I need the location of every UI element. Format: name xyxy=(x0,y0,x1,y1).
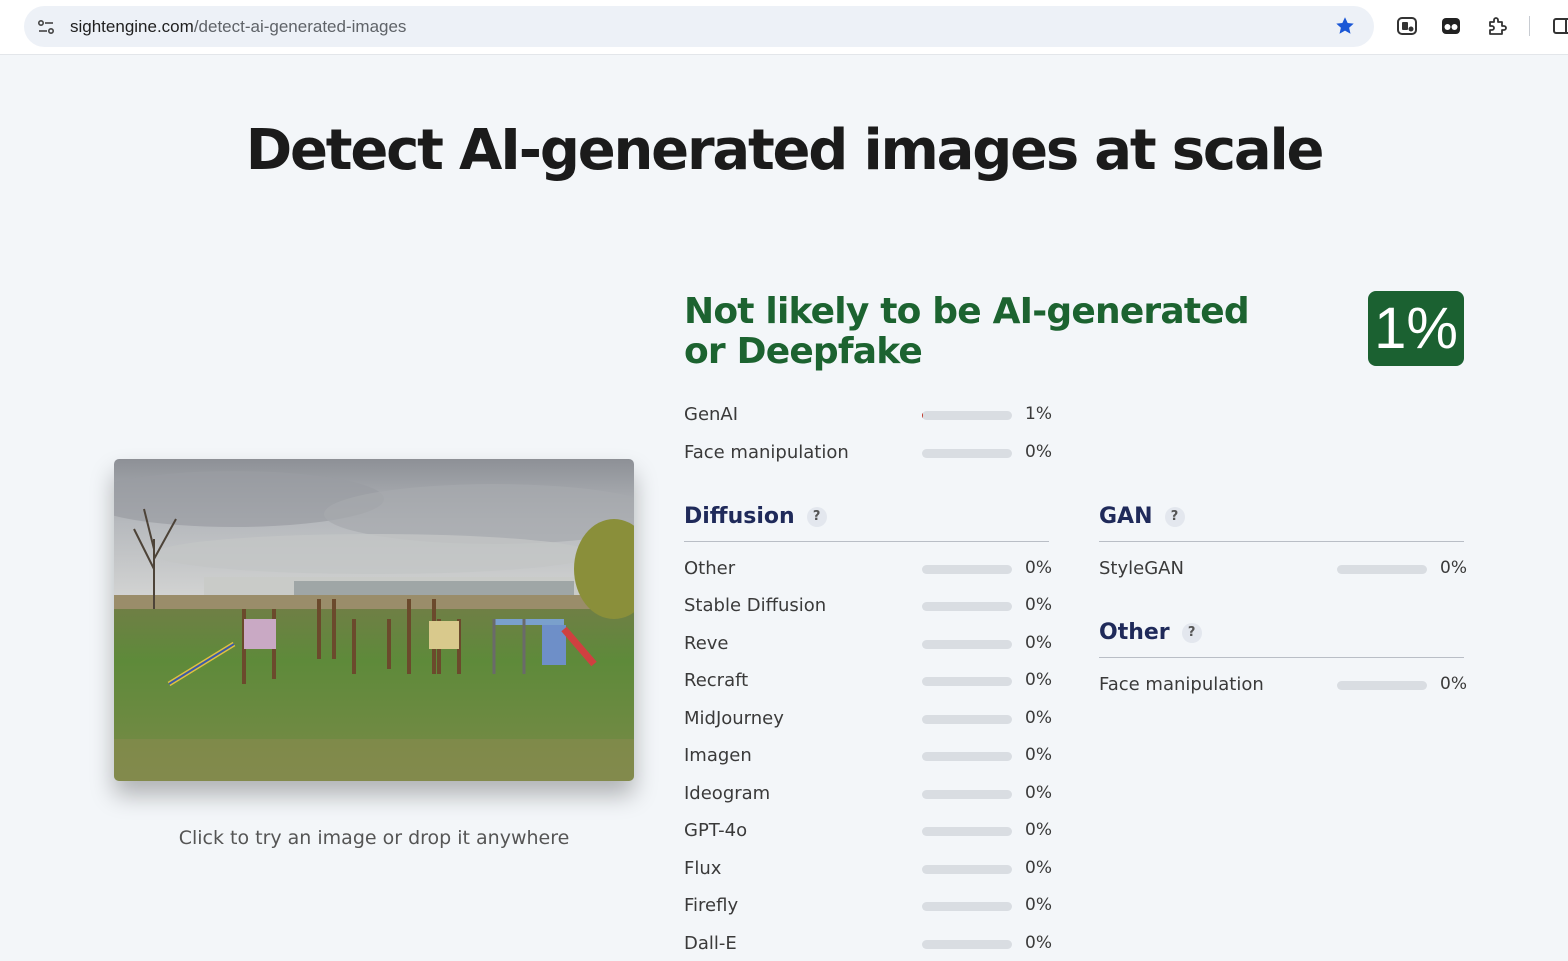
score-value: 0% xyxy=(1025,558,1052,578)
score-value: 0% xyxy=(1440,558,1467,578)
score-bar xyxy=(922,940,1012,949)
score-row-gpt-4o: GPT-4o 0% xyxy=(684,818,1054,846)
score-label: Recraft xyxy=(684,670,749,691)
score-value: 0% xyxy=(1440,674,1467,694)
help-icon[interactable]: ? xyxy=(806,507,827,527)
score-bar xyxy=(922,411,1012,420)
url-path: /detect-ai-generated-images xyxy=(193,17,407,36)
address-bar[interactable]: sightengine.com/detect-ai-generated-imag… xyxy=(24,6,1374,47)
score-bar xyxy=(922,790,1012,799)
score-row-face-manipulation: Face manipulation 0% xyxy=(684,440,1054,468)
score-row-other: Other 0% xyxy=(684,556,1054,584)
score-label: GenAI xyxy=(684,404,739,425)
score-label: Other xyxy=(684,558,736,579)
score-row-firefly: Firefly 0% xyxy=(684,893,1054,921)
section-divider xyxy=(1099,541,1464,542)
score-row-dall-e: Dall-E 0% xyxy=(684,931,1054,959)
score-bar xyxy=(922,865,1012,874)
score-label: Stable Diffusion xyxy=(684,595,827,616)
score-label: MidJourney xyxy=(684,708,784,729)
upload-caption[interactable]: Click to try an image or drop it anywher… xyxy=(114,827,634,849)
score-bar xyxy=(922,449,1012,458)
section-title-gan: GAN? xyxy=(1099,504,1185,529)
score-value: 0% xyxy=(1025,595,1052,615)
score-value: 0% xyxy=(1025,933,1052,953)
score-label: Face manipulation xyxy=(1099,674,1264,695)
section-title-other: Other? xyxy=(1099,620,1202,645)
score-value: 0% xyxy=(1025,745,1052,765)
score-bar xyxy=(922,565,1012,574)
score-bar xyxy=(922,752,1012,761)
score-value: 0% xyxy=(1025,633,1052,653)
verdict-heading: Not likely to be AI-generated or Deepfak… xyxy=(684,291,1250,372)
score-bar xyxy=(922,827,1012,836)
playground-photo xyxy=(114,459,634,781)
browser-toolbar: sightengine.com/detect-ai-generated-imag… xyxy=(0,0,1568,55)
score-label: StyleGAN xyxy=(1099,558,1184,579)
score-row-flux: Flux 0% xyxy=(684,856,1054,884)
score-row-genai: GenAI 1% xyxy=(684,402,1054,430)
section-title-diffusion: Diffusion? xyxy=(684,504,827,529)
score-row-recraft: Recraft 0% xyxy=(684,668,1054,696)
score-value: 0% xyxy=(1025,858,1052,878)
score-label: GPT-4o xyxy=(684,820,748,841)
score-bar xyxy=(922,640,1012,649)
score-label: Reve xyxy=(684,633,729,654)
side-panel-icon[interactable] xyxy=(1552,15,1568,37)
score-bar xyxy=(1337,681,1427,690)
help-icon[interactable]: ? xyxy=(1181,623,1202,643)
score-row-stylegan: StyleGAN 0% xyxy=(1099,556,1469,584)
score-bar-fill xyxy=(922,411,924,420)
score-value: 0% xyxy=(1025,895,1052,915)
score-value: 0% xyxy=(1025,442,1052,462)
score-label: Imagen xyxy=(684,745,752,766)
url-host: sightengine.com xyxy=(70,17,194,36)
section-divider xyxy=(1099,657,1464,658)
toolbar-separator xyxy=(1529,16,1530,36)
score-badge: 1% xyxy=(1368,291,1464,366)
score-row-face-manipulation: Face manipulation 0% xyxy=(1099,672,1469,700)
section-title-text: Other xyxy=(1099,620,1170,645)
score-label: Dall-E xyxy=(684,933,737,954)
score-bar xyxy=(922,902,1012,911)
sample-image[interactable] xyxy=(114,459,634,781)
help-icon[interactable]: ? xyxy=(1164,507,1185,527)
score-row-stable-diffusion: Stable Diffusion 0% xyxy=(684,593,1054,621)
score-value: 0% xyxy=(1025,783,1052,803)
score-row-midjourney: MidJourney 0% xyxy=(684,706,1054,734)
score-value: 0% xyxy=(1025,708,1052,728)
score-row-reve: Reve 0% xyxy=(684,631,1054,659)
extension-icon[interactable] xyxy=(1440,15,1462,37)
score-bar xyxy=(1337,565,1427,574)
extension-icon[interactable] xyxy=(1396,15,1418,37)
score-value: 1% xyxy=(1025,404,1052,424)
score-label: Firefly xyxy=(684,895,739,916)
page-title: Detect AI-generated images at scale xyxy=(245,118,1325,183)
score-label: Flux xyxy=(684,858,722,879)
score-bar xyxy=(922,677,1012,686)
extension-puzzle-icon[interactable] xyxy=(1486,15,1508,37)
section-title-text: GAN xyxy=(1099,504,1153,529)
score-row-ideogram: Ideogram 0% xyxy=(684,781,1054,809)
score-bar xyxy=(922,715,1012,724)
bookmark-star-icon[interactable] xyxy=(1334,15,1356,37)
section-title-text: Diffusion xyxy=(684,504,795,529)
section-divider xyxy=(684,541,1049,542)
score-label: Ideogram xyxy=(684,783,771,804)
site-info-icon[interactable] xyxy=(36,17,56,37)
url-text[interactable]: sightengine.com/detect-ai-generated-imag… xyxy=(70,17,406,37)
score-value: 0% xyxy=(1025,670,1052,690)
score-value: 0% xyxy=(1025,820,1052,840)
score-label: Face manipulation xyxy=(684,442,849,463)
score-bar xyxy=(922,602,1012,611)
score-row-imagen: Imagen 0% xyxy=(684,743,1054,771)
